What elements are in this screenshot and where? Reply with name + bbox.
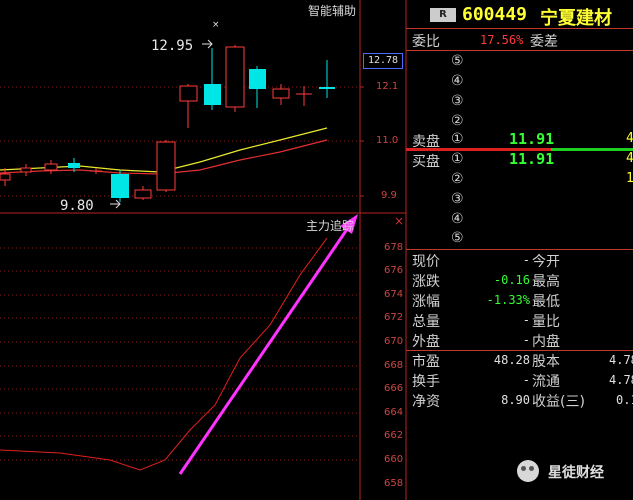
value-change-pct: -1.33% bbox=[486, 293, 530, 307]
y-tick: 678 bbox=[384, 242, 404, 253]
label-net-assets: 净资 bbox=[412, 394, 440, 410]
buy1-volume: 4 bbox=[626, 151, 633, 166]
y-tick: 672 bbox=[384, 312, 404, 323]
sell-level-5: ⑤ bbox=[451, 53, 464, 69]
y-tick: 674 bbox=[384, 289, 404, 300]
candle bbox=[249, 66, 266, 108]
stock-code: 600449 bbox=[462, 4, 528, 25]
label-high: 最高 bbox=[532, 274, 560, 290]
value-float: 4.78 bbox=[609, 373, 633, 387]
value-outer: - bbox=[522, 333, 530, 347]
label-open: 今开 bbox=[532, 254, 560, 270]
sell-level-3: ③ bbox=[451, 93, 464, 109]
label-price: 现价 bbox=[412, 254, 440, 270]
candle bbox=[179, 84, 198, 128]
low-price-label: 9.80 bbox=[60, 198, 94, 214]
label-volume-ratio: 量比 bbox=[532, 314, 560, 330]
label-pe: 市盈 bbox=[412, 354, 440, 370]
candle bbox=[319, 60, 335, 98]
buy1-price: 11.91 bbox=[509, 150, 555, 168]
chart-canvas: × bbox=[0, 0, 407, 500]
candle bbox=[90, 168, 102, 174]
y-tick: 666 bbox=[384, 383, 404, 394]
candle bbox=[296, 86, 312, 106]
label-shares: 股本 bbox=[532, 354, 560, 370]
bottom-chart-title: 主力追踪 bbox=[306, 219, 355, 233]
buy-level-4: ④ bbox=[451, 211, 464, 227]
candle bbox=[111, 170, 129, 202]
buy-level-2: ② bbox=[451, 171, 464, 187]
label-inner: 内盘 bbox=[532, 334, 560, 350]
y-tick: 12.1 bbox=[376, 81, 399, 92]
candle bbox=[44, 160, 58, 174]
stock-name: 宁夏建材 bbox=[540, 8, 612, 29]
candlesticks bbox=[0, 45, 335, 202]
current-price-box: 12.78 bbox=[363, 53, 403, 69]
main-force-line bbox=[0, 237, 328, 471]
y-tick: 11.0 bbox=[376, 135, 399, 146]
sell-level-4: ④ bbox=[451, 73, 464, 89]
top-chart-title: 智能辅助 bbox=[308, 4, 357, 18]
x-marker: × bbox=[212, 20, 220, 30]
weibi-label: 委比 bbox=[412, 34, 440, 50]
value-change: -0.16 bbox=[493, 273, 530, 287]
candle bbox=[0, 168, 11, 186]
rights-badge: R bbox=[430, 8, 456, 22]
buy-level-3: ③ bbox=[451, 191, 464, 207]
y-tick: 670 bbox=[384, 336, 404, 347]
buy-level-5: ⑤ bbox=[451, 230, 464, 246]
y-tick: 9.9 bbox=[381, 190, 397, 201]
y-tick: 664 bbox=[384, 407, 404, 418]
y-tick: 662 bbox=[384, 430, 404, 441]
value-turnover: - bbox=[522, 373, 530, 387]
value-eps: 0.1 bbox=[616, 393, 633, 407]
label-turnover: 换手 bbox=[412, 374, 440, 390]
weicha-label: 委差 bbox=[530, 34, 558, 50]
divider-green bbox=[551, 148, 633, 151]
value-pe: 48.28 bbox=[493, 353, 530, 367]
candle bbox=[225, 45, 245, 112]
candle bbox=[134, 186, 152, 200]
y-tick: 658 bbox=[384, 478, 404, 489]
wechat-icon bbox=[517, 460, 539, 482]
sell-level-2: ② bbox=[451, 113, 464, 129]
candle bbox=[156, 140, 176, 192]
candle bbox=[20, 164, 32, 176]
close-icon[interactable]: × bbox=[394, 214, 404, 228]
trend-arrow bbox=[178, 214, 358, 475]
sell1-volume: 4 bbox=[626, 131, 633, 146]
buy2-volume: 1 bbox=[626, 171, 633, 186]
sell1-price: 11.91 bbox=[509, 130, 555, 148]
value-net-assets: 8.90 bbox=[501, 393, 530, 407]
value-volume: - bbox=[522, 313, 530, 327]
label-outer: 外盘 bbox=[412, 334, 440, 350]
y-tick: 660 bbox=[384, 454, 404, 465]
value-price: - bbox=[522, 253, 530, 267]
high-marker bbox=[202, 39, 213, 49]
value-shares: 4.78 bbox=[609, 353, 633, 367]
label-change-pct: 涨幅 bbox=[412, 294, 440, 310]
candle bbox=[204, 48, 221, 110]
sell-level-1: ① bbox=[451, 131, 464, 147]
label-low: 最低 bbox=[532, 294, 560, 310]
low-marker bbox=[110, 199, 121, 209]
label-volume: 总量 bbox=[412, 314, 440, 330]
y-tick: 668 bbox=[384, 360, 404, 371]
candle bbox=[272, 84, 290, 105]
buy-label: 买盘 bbox=[412, 154, 440, 170]
y-tick: 676 bbox=[384, 265, 404, 276]
weibi-value: 17.56% bbox=[480, 33, 524, 47]
buy-level-1: ① bbox=[451, 151, 464, 167]
high-price-label: 12.95 bbox=[151, 38, 194, 54]
label-float: 流通 bbox=[532, 374, 560, 390]
label-eps: 收益(三) bbox=[532, 394, 585, 410]
label-change: 涨跌 bbox=[412, 274, 440, 290]
watermark-text: 星徒财经 bbox=[548, 465, 604, 481]
